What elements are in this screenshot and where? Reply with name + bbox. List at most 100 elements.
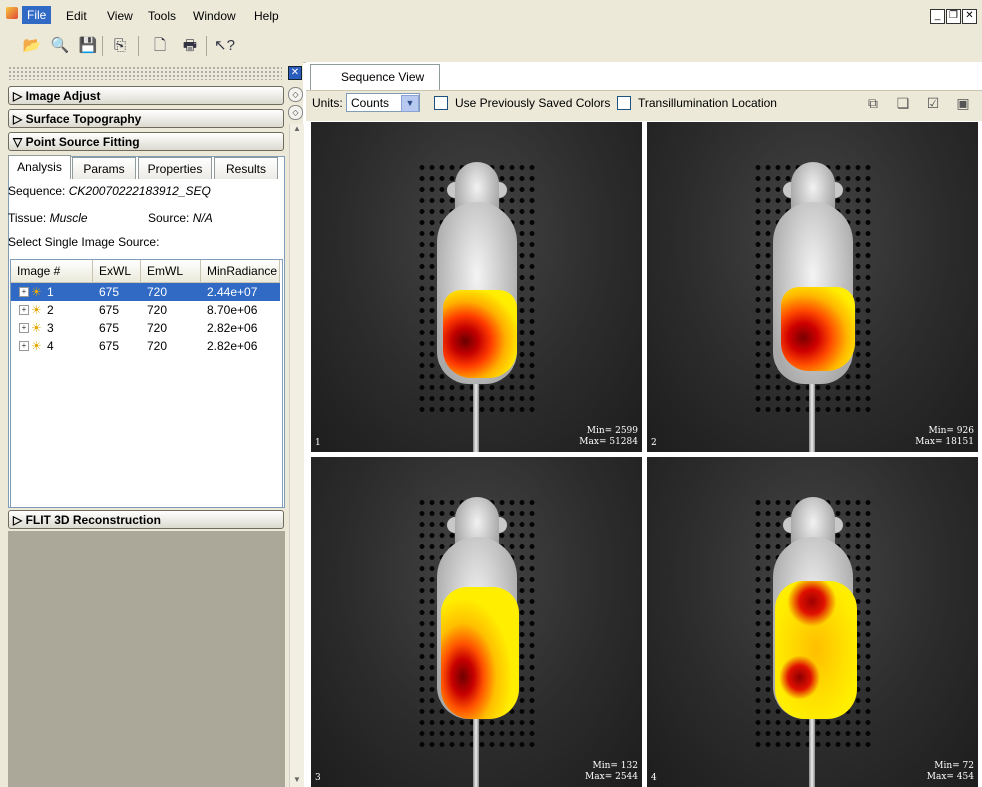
save-icon[interactable]: 💾 bbox=[78, 37, 98, 55]
expand-icon[interactable]: + bbox=[19, 287, 29, 297]
chevron-down-icon[interactable]: ▼ bbox=[401, 95, 419, 112]
scroll-down-icon[interactable]: ▼ bbox=[291, 775, 303, 787]
mouse-holder bbox=[809, 380, 815, 452]
mouse-holder bbox=[473, 715, 479, 787]
table-row[interactable]: + ☀ 4 675 720 2.82e+06 bbox=[11, 337, 280, 355]
light-source-icon: ☀ bbox=[31, 303, 42, 317]
section-label: FLIT 3D Reconstruction bbox=[25, 513, 161, 527]
table-row[interactable]: + ☀ 3 675 720 2.82e+06 bbox=[11, 319, 280, 337]
cell-minradiance: 8.70e+06 bbox=[207, 303, 258, 317]
frame-number: 2 bbox=[651, 438, 657, 448]
cell-exwl: 675 bbox=[99, 285, 120, 299]
tab-params[interactable]: Params bbox=[72, 157, 136, 179]
min-value: Min= 132 bbox=[592, 761, 638, 771]
menu-view[interactable]: View bbox=[107, 9, 133, 23]
find-icon[interactable]: 🔍 bbox=[50, 37, 70, 55]
cell-emwl: 720 bbox=[147, 339, 168, 353]
column-header-image[interactable]: Image # bbox=[11, 260, 93, 283]
table-row[interactable]: + ☀ 1 675 720 2.44e+07 bbox=[11, 283, 280, 301]
section-surface-topography[interactable]: ▷ Surface Topography bbox=[8, 109, 284, 128]
frame-number: 4 bbox=[651, 773, 657, 783]
use-saved-colors-checkbox[interactable] bbox=[434, 96, 448, 110]
sequence-value: CK20070222183912_SEQ bbox=[68, 184, 211, 198]
panel-scrollbar[interactable]: ▲ ▼ bbox=[289, 124, 304, 787]
menu-bar: File Edit View Tools Window Help _ ❐ ✕ bbox=[0, 0, 982, 28]
cell-exwl: 675 bbox=[99, 303, 120, 317]
section-flit-3d-reconstruction[interactable]: ▷ FLIT 3D Reconstruction bbox=[8, 510, 284, 529]
tab-properties[interactable]: Properties bbox=[138, 157, 212, 179]
expand-icon[interactable]: + bbox=[19, 341, 29, 351]
cell-image-num: 1 bbox=[47, 285, 54, 299]
expand-icon[interactable]: + bbox=[19, 305, 29, 315]
light-source-icon: ☀ bbox=[31, 339, 42, 353]
side-expand-icon[interactable]: ◇ bbox=[288, 87, 303, 102]
menu-file[interactable]: File bbox=[22, 6, 52, 24]
minimize-icon[interactable]: _ bbox=[930, 9, 945, 24]
section-point-source-fitting[interactable]: ▽ Point Source Fitting bbox=[8, 132, 284, 151]
column-header-minradiance[interactable]: MinRadiance bbox=[201, 260, 280, 283]
tab-results[interactable]: Results bbox=[214, 157, 278, 179]
copy-icon[interactable]: ⎘ bbox=[110, 37, 130, 55]
table-row[interactable]: + ☀ 2 675 720 8.70e+06 bbox=[11, 301, 280, 319]
transillumination-label: Transillumination Location bbox=[638, 96, 777, 110]
source-line: Source: N/A bbox=[148, 211, 213, 225]
tile-windows-icon[interactable]: ⧉ bbox=[864, 95, 882, 111]
cell-minradiance: 2.44e+07 bbox=[207, 285, 258, 299]
menu-edit[interactable]: Edit bbox=[66, 9, 87, 23]
toolbar-separator bbox=[138, 36, 139, 56]
expand-icon[interactable]: + bbox=[19, 323, 29, 333]
section-label: Point Source Fitting bbox=[25, 135, 140, 149]
min-max-readout: Min= 72 Max= 454 bbox=[927, 761, 974, 783]
close-icon[interactable]: ✕ bbox=[962, 9, 977, 24]
section-image-adjust[interactable]: ▷ Image Adjust bbox=[8, 86, 284, 105]
mouse-holder bbox=[809, 715, 815, 787]
min-max-readout: Min= 2599 Max= 51284 bbox=[579, 426, 638, 448]
cell-emwl: 720 bbox=[147, 303, 168, 317]
column-header-emwl[interactable]: EmWL bbox=[141, 260, 201, 283]
section-label: Surface Topography bbox=[25, 112, 142, 126]
cell-exwl: 675 bbox=[99, 321, 120, 335]
select-source-label: Select Single Image Source: bbox=[8, 235, 160, 249]
cell-emwl: 720 bbox=[147, 285, 168, 299]
light-source-icon: ☀ bbox=[31, 285, 42, 299]
print-preview-icon[interactable]: 🗋 bbox=[150, 37, 170, 55]
cell-image-num: 4 bbox=[47, 339, 54, 353]
tab-sequence-view[interactable]: Sequence View bbox=[310, 64, 440, 90]
overlay-icon[interactable]: ❏ bbox=[894, 95, 912, 111]
menu-tools[interactable]: Tools bbox=[148, 9, 176, 23]
min-max-readout: Min= 132 Max= 2544 bbox=[585, 761, 638, 783]
tissue-label: Tissue: bbox=[8, 211, 47, 225]
image-frame-3[interactable]: 3 Min= 132 Max= 2544 bbox=[311, 457, 642, 787]
menu-help[interactable]: Help bbox=[254, 9, 279, 23]
menu-window[interactable]: Window bbox=[193, 9, 236, 23]
app-icon bbox=[6, 7, 18, 19]
min-value: Min= 2599 bbox=[586, 426, 638, 436]
light-source-icon: ☀ bbox=[31, 321, 42, 335]
close-panel-icon[interactable]: ✕ bbox=[288, 66, 302, 80]
side-collapse-icon[interactable]: ◇ bbox=[288, 105, 303, 120]
fluorescence-signal bbox=[775, 581, 857, 719]
fluorescence-signal bbox=[781, 287, 855, 371]
cell-exwl: 675 bbox=[99, 339, 120, 353]
max-value: Max= 18151 bbox=[915, 437, 974, 447]
min-value: Min= 926 bbox=[928, 426, 974, 436]
export-icon[interactable]: ▣ bbox=[954, 95, 972, 111]
toolbar-separator bbox=[206, 36, 207, 56]
panel-grip[interactable] bbox=[8, 66, 282, 80]
transillumination-checkbox[interactable] bbox=[617, 96, 631, 110]
tissue-line: Tissue: Muscle bbox=[8, 211, 88, 225]
min-max-readout: Min= 926 Max= 18151 bbox=[915, 426, 974, 448]
image-frame-1[interactable]: 1 Min= 2599 Max= 51284 bbox=[311, 122, 642, 452]
checklist-icon[interactable]: ☑ bbox=[924, 95, 942, 111]
tab-analysis[interactable]: Analysis bbox=[8, 155, 71, 179]
sequence-line: Sequence: CK20070222183912_SEQ bbox=[8, 184, 211, 198]
help-pointer-icon[interactable]: ↖? bbox=[214, 37, 235, 55]
print-icon[interactable]: 🖶 bbox=[180, 37, 200, 55]
column-header-exwl[interactable]: ExWL bbox=[93, 260, 141, 283]
scroll-up-icon[interactable]: ▲ bbox=[291, 124, 303, 136]
image-frame-2[interactable]: 2 Min= 926 Max= 18151 bbox=[647, 122, 978, 452]
open-folder-icon[interactable]: 📂 bbox=[22, 37, 42, 55]
image-frame-4[interactable]: 4 Min= 72 Max= 454 bbox=[647, 457, 978, 787]
restore-icon[interactable]: ❐ bbox=[946, 9, 961, 24]
frame-number: 1 bbox=[315, 438, 321, 448]
